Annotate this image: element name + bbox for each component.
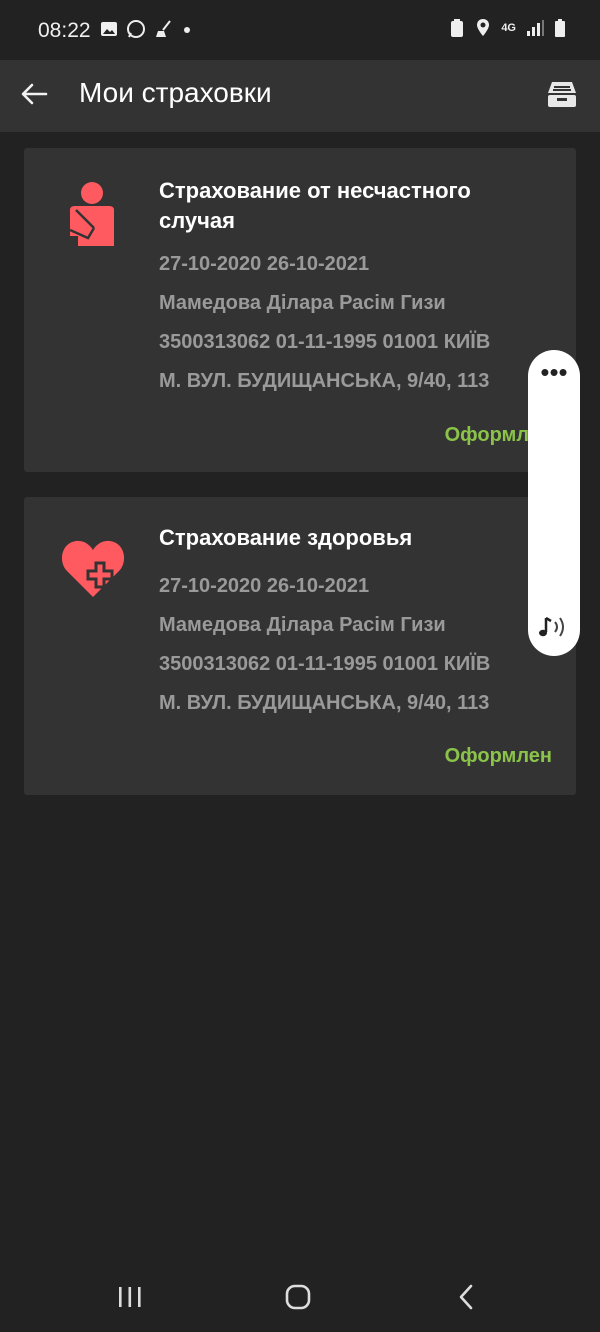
policy-holder-name: Мамедова Ділара Расім Гизи bbox=[159, 614, 446, 636]
whatsapp-icon bbox=[127, 20, 145, 38]
battery-icon bbox=[555, 19, 565, 37]
music-note-sound-icon[interactable] bbox=[536, 612, 572, 642]
injured-person-icon bbox=[69, 182, 114, 246]
inbox-tray-icon bbox=[548, 82, 576, 107]
nav-back-button[interactable] bbox=[436, 1272, 496, 1322]
page-title: Мои страховки bbox=[79, 77, 272, 108]
heart-plus-icon bbox=[61, 540, 125, 597]
policy-id-line: 3500313062 01-11-1995 01001 КИЇВ bbox=[159, 653, 491, 675]
floating-side-panel[interactable]: ••• bbox=[528, 350, 580, 656]
back-icon bbox=[459, 1284, 473, 1310]
broom-icon bbox=[156, 20, 171, 37]
signal-icon bbox=[527, 20, 544, 36]
status-badge: Оформлен bbox=[444, 745, 552, 767]
system-nav-bar bbox=[0, 1262, 600, 1332]
app-bar: Мои страховки bbox=[0, 60, 600, 132]
location-icon bbox=[477, 19, 490, 36]
arrow-left-icon bbox=[21, 83, 48, 105]
status-right-icons: 4G bbox=[449, 18, 566, 38]
policy-card[interactable]: Страхование здоровья 27-10-2020 26-10-20… bbox=[24, 497, 576, 795]
policy-address: М. ВУЛ. БУДИЩАНСЬКА, 9/40, 113 bbox=[159, 692, 490, 714]
recent-apps-button[interactable] bbox=[100, 1272, 160, 1322]
policy-dates: 27-10-2020 26-10-2021 bbox=[159, 253, 370, 275]
4g-icon: 4G bbox=[501, 22, 516, 34]
policy-title: Страхование от несчастного случая bbox=[159, 178, 471, 233]
dot-icon bbox=[184, 27, 190, 33]
status-bar: 08:22 4G bbox=[0, 0, 600, 60]
battery-saver-icon bbox=[451, 19, 464, 37]
recent-apps-icon bbox=[119, 1287, 141, 1307]
home-button[interactable] bbox=[268, 1272, 328, 1322]
policy-address: М. ВУЛ. БУДИЩАНСЬКА, 9/40, 113 bbox=[159, 370, 490, 392]
status-time: 08:22 bbox=[38, 19, 91, 42]
gallery-icon bbox=[101, 22, 117, 36]
policy-dates: 27-10-2020 26-10-2021 bbox=[159, 575, 370, 597]
policy-card[interactable]: Страхование от несчастного случая 27-10-… bbox=[24, 148, 576, 472]
policy-id-line: 3500313062 01-11-1995 01001 КИЇВ bbox=[159, 331, 491, 353]
home-icon bbox=[285, 1284, 311, 1310]
back-button[interactable] bbox=[14, 74, 54, 114]
inbox-button[interactable] bbox=[540, 72, 584, 116]
status-left-icons bbox=[100, 19, 192, 39]
more-dots-icon[interactable]: ••• bbox=[528, 359, 580, 388]
policy-holder-name: Мамедова Ділара Расім Гизи bbox=[159, 292, 446, 314]
policy-title: Страхование здоровья bbox=[159, 525, 413, 550]
